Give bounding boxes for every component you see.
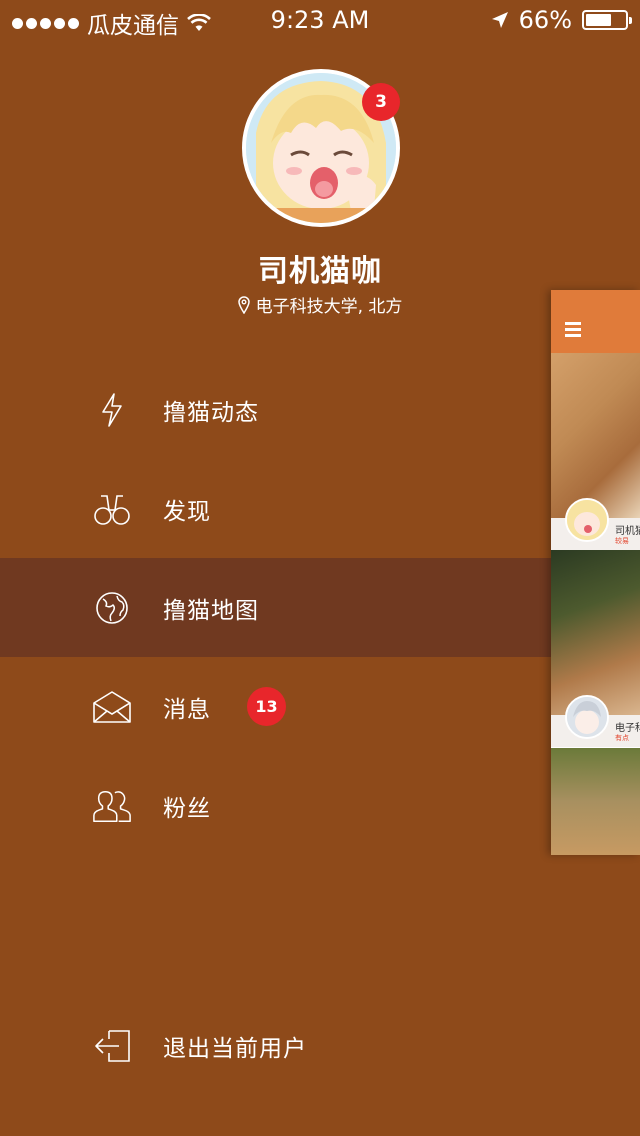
location-arrow-icon bbox=[491, 12, 508, 28]
profile-avatar-wrap[interactable]: 3 bbox=[242, 69, 400, 227]
card-author-name: 电子科 bbox=[615, 723, 640, 734]
logout-label: 退出当前用户 bbox=[163, 1035, 307, 1062]
users-icon bbox=[92, 786, 132, 826]
user-location: 电子科技大学, 北方 bbox=[0, 292, 640, 317]
menu-item-cat-feed[interactable]: 撸猫动态 bbox=[0, 360, 552, 459]
notification-badge: 3 bbox=[362, 83, 400, 121]
card-subtitle: 较易 bbox=[615, 537, 629, 545]
card-subtitle: 有点 bbox=[615, 734, 629, 742]
user-name: 司机猫咖 bbox=[258, 254, 382, 289]
cat-photo[interactable] bbox=[551, 748, 640, 855]
menu-item-fans[interactable]: 粉丝 bbox=[0, 756, 552, 855]
battery-icon bbox=[582, 10, 632, 30]
menu-label: 粉丝 bbox=[163, 795, 211, 822]
menu-item-cat-map[interactable]: 撸猫地图 bbox=[0, 558, 552, 657]
menu-label: 发现 bbox=[163, 498, 211, 525]
hamburger-menu-icon[interactable] bbox=[565, 322, 581, 340]
menu-label: 撸猫地图 bbox=[163, 597, 259, 624]
logout-button[interactable]: 退出当前用户 bbox=[0, 996, 552, 1095]
status-right: 66% bbox=[491, 6, 632, 34]
cat-photo[interactable] bbox=[551, 550, 640, 715]
battery-percent: 66% bbox=[518, 6, 572, 34]
logout-icon bbox=[92, 1026, 132, 1066]
main-nav-bar bbox=[551, 290, 640, 353]
location-text: 电子科技大学, 北方 bbox=[255, 297, 403, 317]
menu-label: 撸猫动态 bbox=[163, 399, 259, 426]
author-avatar[interactable] bbox=[565, 695, 609, 739]
envelope-icon bbox=[92, 687, 132, 727]
menu-item-messages[interactable]: 消息 13 bbox=[0, 657, 552, 756]
lightning-icon bbox=[92, 390, 132, 430]
map-pin-icon bbox=[237, 295, 250, 314]
cat-photo[interactable] bbox=[551, 353, 640, 518]
binoculars-icon bbox=[92, 489, 132, 529]
card-author-name: 司机猫 bbox=[615, 526, 640, 537]
menu-label: 消息 bbox=[163, 696, 211, 723]
menu-item-discover[interactable]: 发现 bbox=[0, 459, 552, 558]
globe-icon bbox=[92, 588, 132, 628]
main-content-peek[interactable]: 司机猫 较易 电子科 有点 bbox=[551, 290, 640, 855]
battery-fill bbox=[586, 14, 612, 26]
author-avatar[interactable] bbox=[565, 498, 609, 542]
status-bar: 瓜皮通信 9:23 AM 66% bbox=[0, 0, 640, 40]
messages-badge: 13 bbox=[247, 687, 286, 726]
